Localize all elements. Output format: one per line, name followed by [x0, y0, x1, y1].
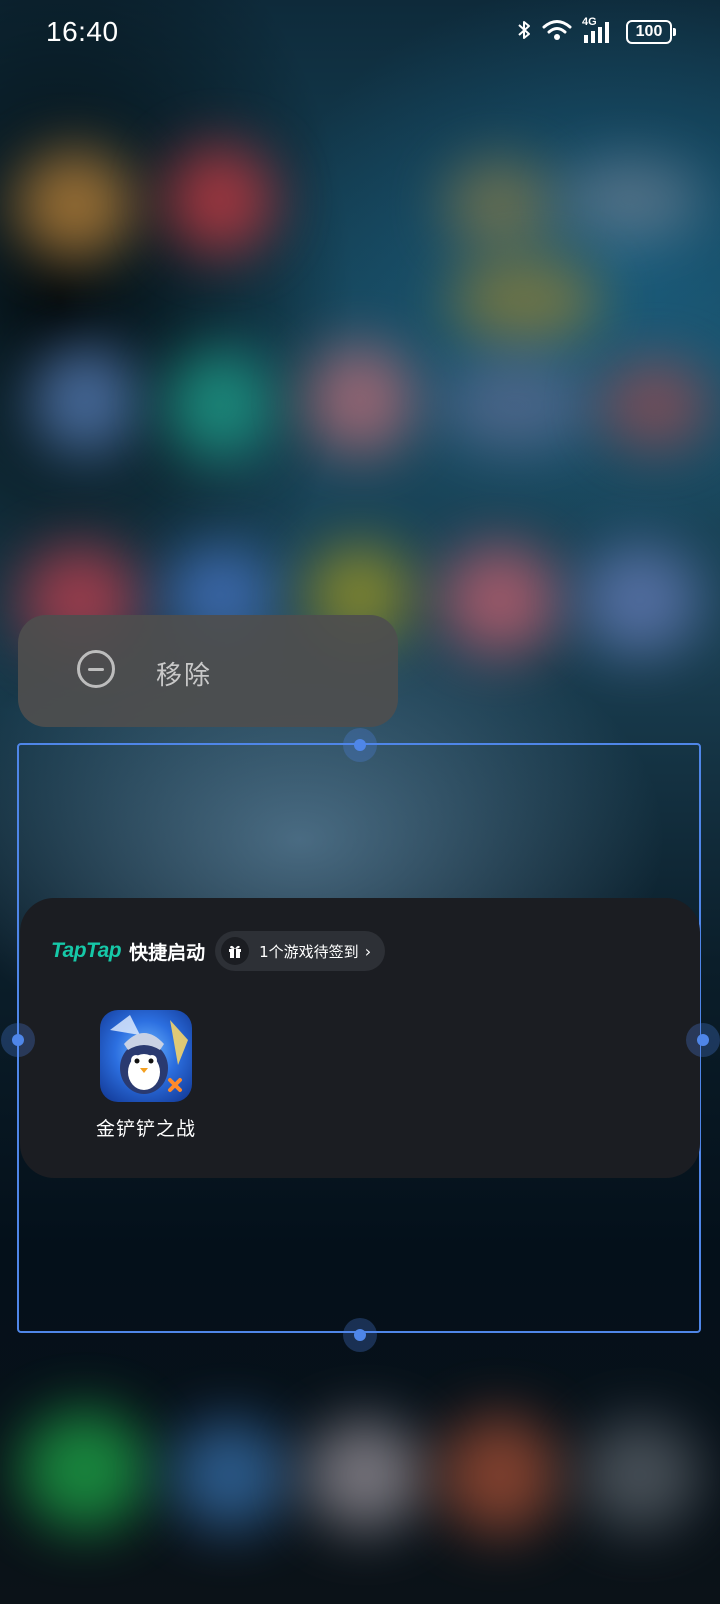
remove-widget-button[interactable]: 移除	[18, 615, 398, 727]
blurred-app-icon	[30, 345, 140, 455]
blurred-dock-icon	[20, 1410, 150, 1530]
taptap-quick-launch-widget[interactable]: TapTap 快捷启动 1个游戏待签到 › 金铲铲之战	[20, 898, 700, 1178]
checkin-label: 1个游戏待签到	[259, 942, 359, 961]
taptap-logo: TapTap	[51, 939, 122, 962]
blurred-dock-icon	[440, 1415, 560, 1535]
penguin-game-icon	[100, 1010, 192, 1102]
blurred-app-icon	[580, 545, 700, 655]
blurred-dock-icon	[580, 1420, 700, 1530]
blurred-app-icon	[165, 350, 275, 460]
status-bar: 16:40 4G 100	[0, 0, 720, 66]
game-name: 金铲铲之战	[95, 1118, 196, 1140]
bluetooth-icon	[516, 18, 532, 46]
gift-icon	[221, 937, 250, 965]
blurred-dock-icon	[170, 1420, 290, 1530]
status-icons: 4G 100	[516, 16, 676, 46]
blurred-app-icon	[440, 545, 560, 655]
battery-icon: 100	[626, 20, 676, 44]
blurred-app-icon	[450, 255, 600, 345]
blurred-app-icon	[445, 160, 555, 250]
blurred-app-icon	[305, 345, 415, 455]
resize-handle-bottom[interactable]	[343, 1318, 377, 1352]
resize-handle-left[interactable]	[1, 1023, 35, 1057]
cellular-signal-icon: 4G	[582, 16, 616, 45]
game-shortcut[interactable]: 金铲铲之战	[76, 1010, 216, 1141]
remove-label: 移除	[156, 661, 213, 691]
blurred-app-icon	[440, 360, 590, 450]
battery-level: 100	[635, 23, 663, 40]
blurred-app-icon	[560, 160, 700, 240]
chevron-right-icon: ›	[364, 941, 372, 961]
blurred-app-icon	[600, 360, 710, 450]
status-time: 16:40	[46, 16, 119, 47]
blurred-app-icon	[15, 150, 135, 260]
blurred-app-icon	[165, 145, 275, 255]
remove-circle-icon	[77, 650, 115, 688]
blurred-dock-icon	[305, 1420, 425, 1530]
widget-header: TapTap 快捷启动 1个游戏待签到 ›	[51, 931, 386, 971]
widget-title: 快捷启动	[129, 941, 206, 964]
resize-handle-right[interactable]	[686, 1023, 720, 1057]
checkin-chip-button[interactable]: 1个游戏待签到 ›	[215, 931, 386, 971]
wifi-icon	[542, 18, 572, 46]
resize-handle-top[interactable]	[343, 728, 377, 762]
